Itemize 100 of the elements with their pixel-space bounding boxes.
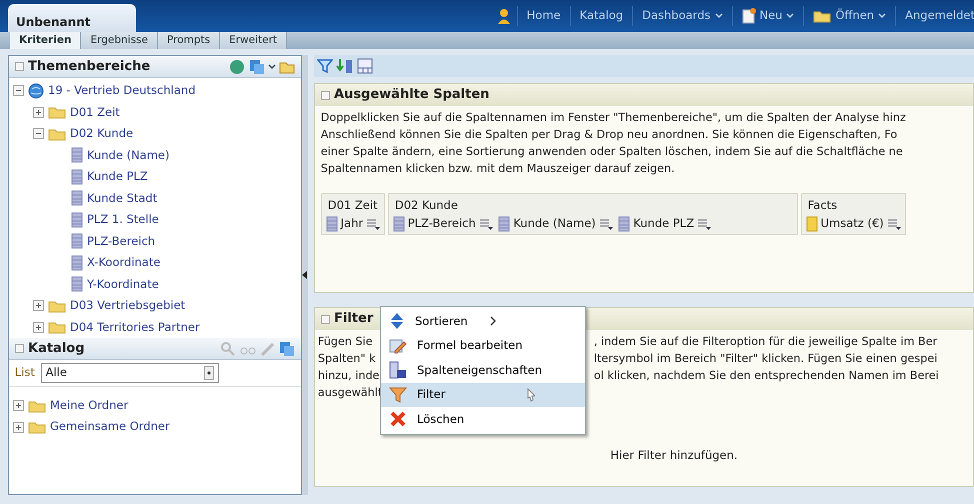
panel-title: Themenbereiche	[28, 58, 150, 76]
tree-label: D02 Kunde	[70, 125, 134, 142]
menu-item[interactable]: Spalteneigenschaften	[381, 358, 585, 382]
description-line: Anschließend können Sie die Spalten per Drag & Drop neu anordnen. Sie können die Eigenschaften, Fo	[320, 126, 898, 143]
description-line: Spaltennamen klicken bzw. mit dem Mauszeiger darauf zeigen.	[320, 160, 676, 177]
folder-icon	[48, 105, 66, 120]
description-line: einer Spalte ändern, eine Sortierung anwenden oder Spalten löschen, indem Sie auf die Schaltfläche ne	[320, 144, 904, 160]
nav-link[interactable]: Katalog	[570, 6, 632, 26]
column-icon	[71, 212, 83, 228]
column-options-icon	[886, 218, 901, 230]
tree-label: X-Koordinate	[87, 254, 160, 272]
new-document-icon	[742, 8, 756, 24]
column-group-title: Facts	[806, 196, 838, 214]
description-text: ol klicken, nachdem Sie den entsprechenden Namen im Berei	[594, 368, 939, 384]
menu-item[interactable]: Sortieren	[381, 309, 585, 334]
column-group-title: D02 Kunde	[394, 196, 459, 214]
folder-icon	[28, 398, 46, 412]
column-group-title: D01 Zeit	[326, 196, 379, 214]
tab[interactable]: Prompts	[158, 32, 220, 49]
tree-label: Meine Ordner	[50, 396, 128, 414]
tab[interactable]: Kriterien	[10, 32, 82, 49]
nav-link[interactable]: Home	[516, 6, 570, 26]
expand-icon[interactable]	[33, 300, 44, 312]
list-dropdown[interactable]: Alle	[40, 362, 219, 383]
section-title: Filter	[334, 310, 374, 328]
folder-icon	[48, 126, 66, 141]
expand-icon[interactable]	[13, 400, 24, 411]
column-name[interactable]: PLZ-Bereich	[408, 215, 476, 232]
column-icon	[71, 233, 83, 250]
filter-icon	[389, 386, 407, 404]
column-options-icon	[598, 218, 613, 230]
tree-label: Kunde PLZ	[87, 168, 148, 186]
nav-link[interactable]: Öffnen	[803, 6, 896, 26]
tree-item[interactable]: D02 Kunde	[13, 123, 301, 144]
pencil-icon	[260, 340, 276, 356]
folder-icon	[28, 420, 46, 434]
column-name[interactable]: Jahr	[340, 215, 364, 232]
folder-icon	[813, 9, 832, 23]
tree-item[interactable]: D03 Vertriebsgebiet	[13, 295, 301, 316]
expand-icon[interactable]	[33, 322, 44, 333]
measure-column-icon	[806, 216, 818, 232]
tree-label: Kunde (Name)	[87, 146, 170, 164]
column-options-icon	[366, 218, 380, 230]
column-icon	[71, 276, 83, 292]
menu-item[interactable]: Filter	[381, 382, 585, 407]
filter-icon	[316, 58, 333, 74]
tree-item[interactable]: Kunde PLZ	[13, 166, 301, 188]
tree-label: 19 - Vertrieb Deutschland	[48, 82, 196, 100]
tree-item[interactable]: PLZ-Bereich	[13, 230, 301, 252]
expand-icon[interactable]	[33, 106, 44, 118]
folder-icon	[48, 320, 66, 334]
column-name[interactable]: Kunde (Name)	[513, 215, 596, 232]
delete-icon	[389, 410, 407, 428]
column-name[interactable]: Umsatz (€)	[820, 215, 884, 232]
tree-item[interactable]: D01 Zeit	[13, 102, 301, 123]
menu-item[interactable]: Löschen	[381, 407, 585, 432]
tab[interactable]: Ergebnisse	[81, 32, 158, 49]
folder-icon	[48, 298, 66, 313]
column-icon	[71, 147, 83, 164]
tree-label: Y-Koordinate	[87, 276, 159, 293]
tree-label: Gemeinsame Ordner	[50, 418, 170, 436]
document-title-tab[interactable]: Unbenannt	[8, 4, 136, 32]
copy-icon	[279, 340, 295, 356]
tree-item[interactable]: PLZ 1. Stelle	[13, 209, 301, 230]
tree-item[interactable]: Kunde Stadt	[13, 188, 301, 209]
tree-item[interactable]: X-Koordinate	[13, 252, 301, 274]
section-title: Ausgewählte Spalten	[334, 86, 490, 104]
expand-icon[interactable]	[13, 422, 24, 432]
column-icon	[618, 216, 630, 232]
column-options-icon	[478, 218, 493, 230]
nav-link[interactable]: Neu	[732, 6, 804, 26]
description-text: Spalten" k	[318, 350, 377, 367]
pencil-sheet-icon	[389, 336, 407, 355]
column-name[interactable]: Kunde PLZ	[633, 215, 694, 232]
tree-item[interactable]: Meine Ordner	[13, 394, 301, 416]
column-icon	[392, 216, 405, 232]
tree-item[interactable]: Kunde (Name)	[13, 144, 301, 166]
menu-item[interactable]: Formel bearbeiten	[381, 334, 585, 358]
tree-label: Kunde Stadt	[87, 190, 158, 207]
tree-item[interactable]: Gemeinsame Ordner	[13, 416, 301, 438]
user-icon	[496, 8, 511, 24]
description-text: ausgewählt	[318, 384, 382, 401]
tab[interactable]: Erweitert	[220, 32, 288, 49]
column-icon	[71, 254, 83, 271]
sort-icon	[389, 312, 405, 330]
collapse-arrow-icon	[302, 271, 307, 279]
tree-item[interactable]: Y-Koordinate	[13, 274, 301, 295]
sort-columns-icon	[336, 58, 354, 74]
description-text: hinzu, inde	[318, 368, 380, 384]
column-icon	[498, 216, 510, 232]
tree-label: D01 Zeit	[70, 104, 120, 121]
table-icon	[389, 361, 407, 380]
tree-item[interactable]: D04 Territories Partner	[13, 316, 301, 338]
nav-link[interactable]: Dashboards	[632, 6, 732, 26]
tree-item[interactable]: 19 - Vertrieb Deutschland	[13, 80, 301, 102]
description-text: , indem Sie auf die Filteroption für die jeweilige Spalte im Ber	[594, 334, 938, 350]
empty-filter-text: Hier Filter hinzufügen.	[609, 446, 738, 464]
tree-label: PLZ 1. Stelle	[87, 211, 159, 228]
pointer-icon	[525, 388, 536, 402]
globe-icon	[28, 82, 44, 99]
